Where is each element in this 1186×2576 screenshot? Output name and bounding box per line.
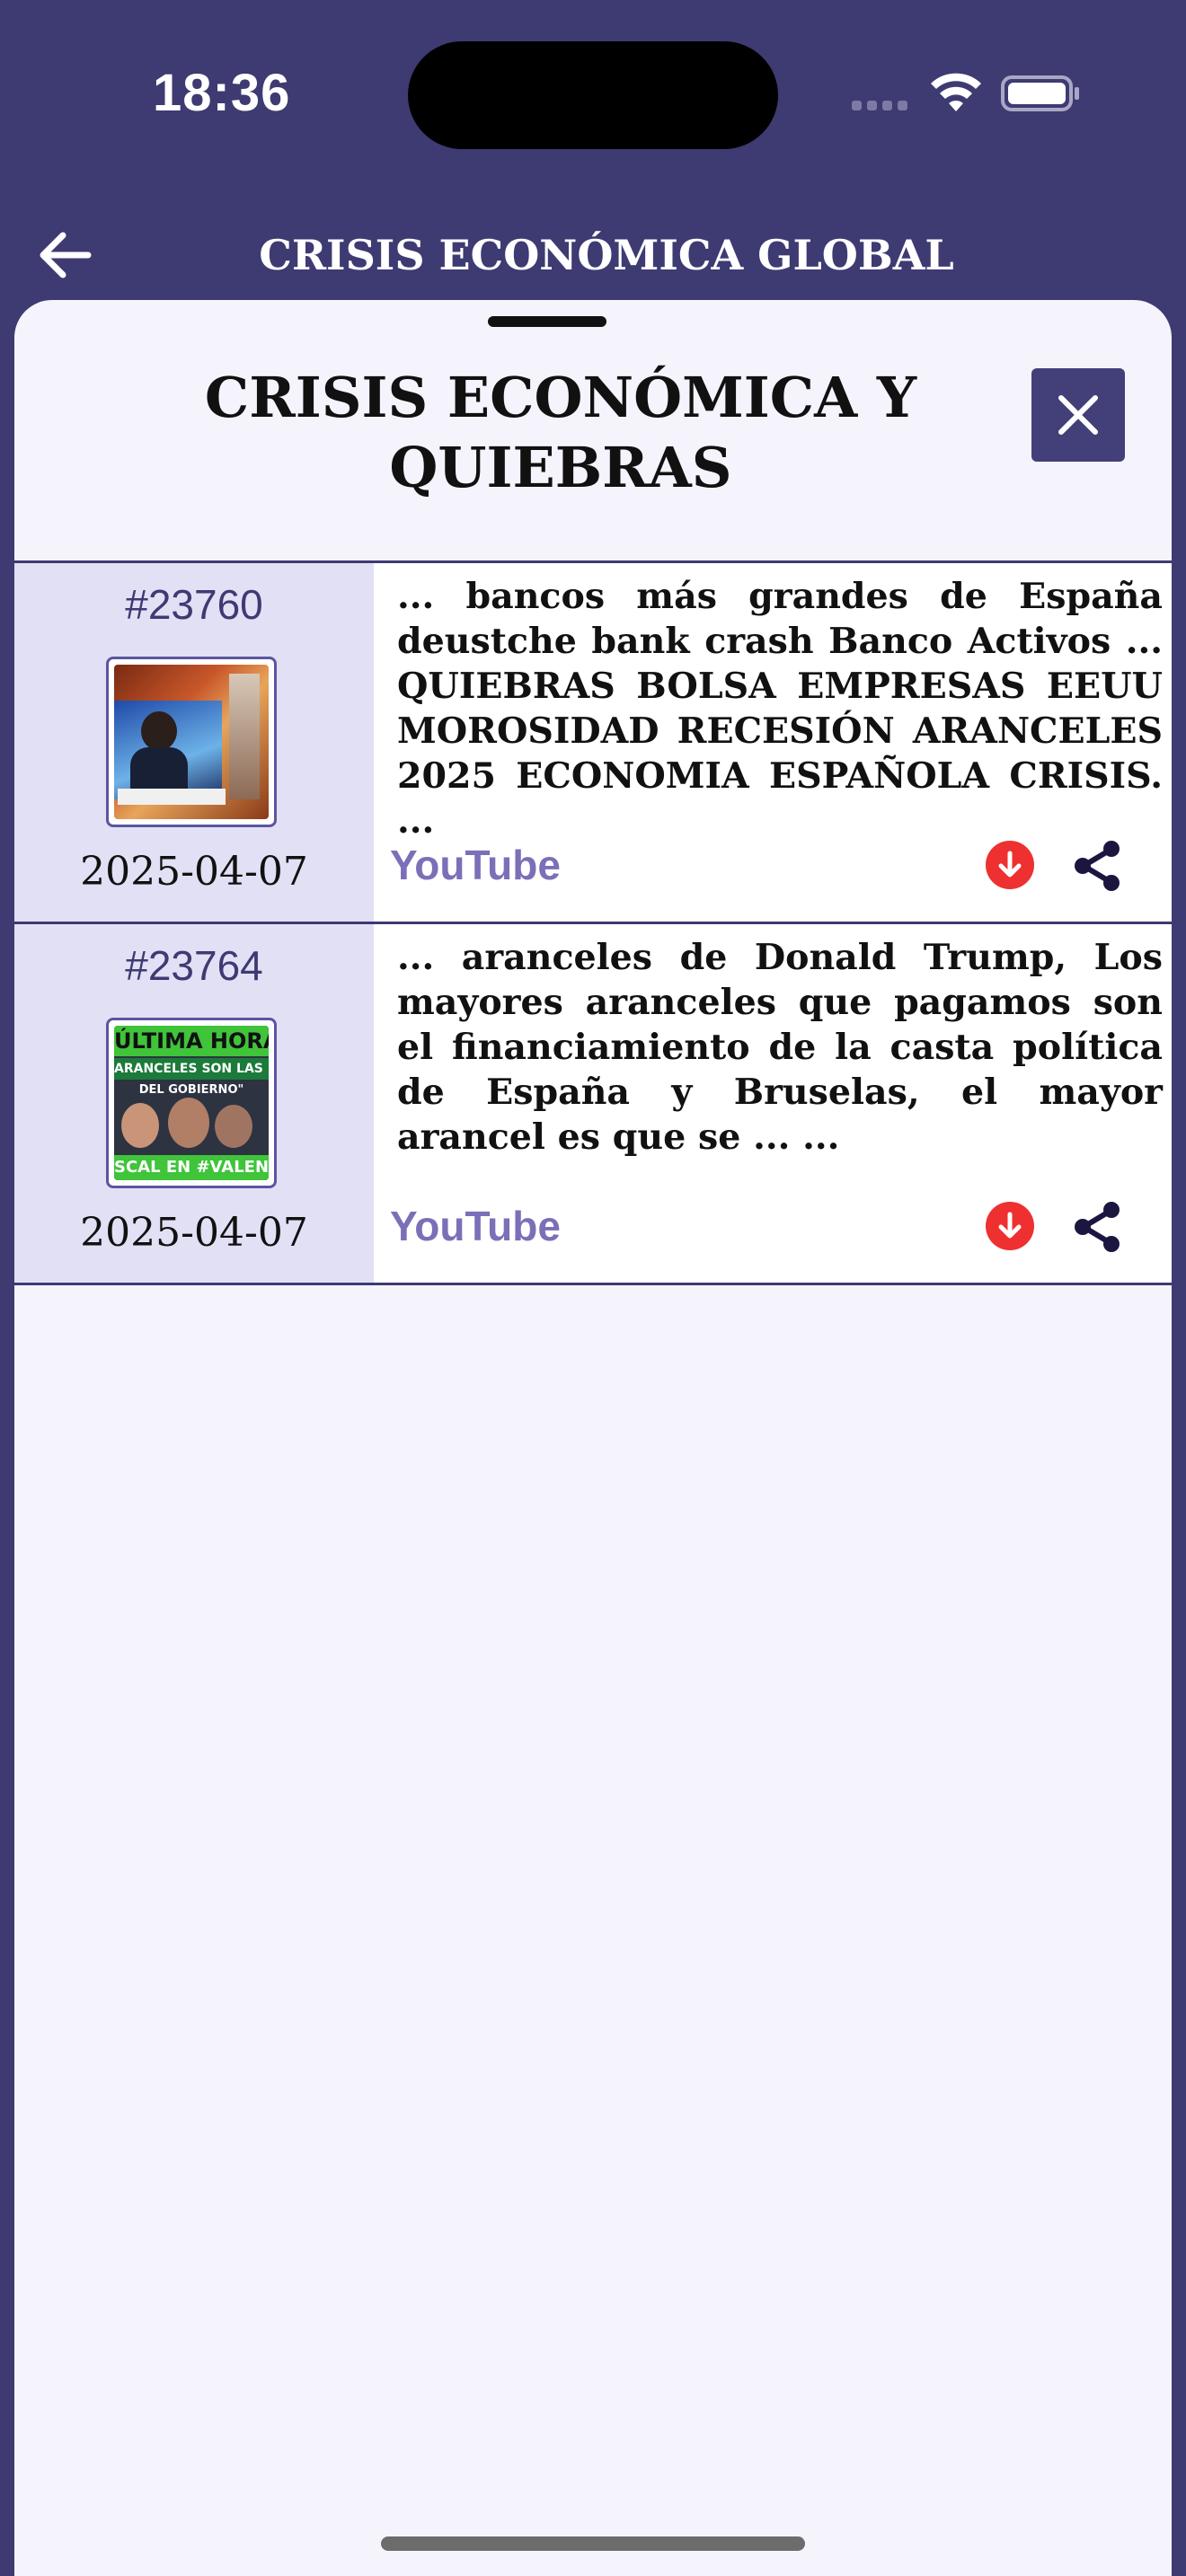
video-thumbnail[interactable]: ÚLTIMA HORA ARANCELES SON LAS P DEL GOBI… — [106, 1018, 277, 1188]
share-icon — [1075, 1202, 1120, 1252]
home-indicator[interactable] — [381, 2536, 805, 2551]
list-item[interactable]: #23760 2025-04-07 ... bancos más grandes… — [14, 563, 1172, 924]
item-snippet: ... aranceles de Donald Trump, Los mayor… — [397, 937, 1163, 1158]
sheet-title-line-1: CRISIS ECONÓMICA Y — [204, 365, 917, 430]
source-link[interactable]: YouTube — [390, 1199, 561, 1253]
share-icon — [1075, 841, 1120, 891]
wifi-icon — [931, 73, 981, 111]
list-item-meta: #23764 ÚLTIMA HORA ARANCELES SON LAS P D… — [14, 924, 374, 1283]
list-item[interactable]: #23764 ÚLTIMA HORA ARANCELES SON LAS P D… — [14, 924, 1172, 1285]
back-button[interactable] — [38, 230, 93, 280]
thumbnail-caption-bottom: SCAL EN #VALEN — [114, 1155, 269, 1180]
share-button[interactable] — [1071, 1201, 1123, 1253]
item-date: 2025-04-07 — [80, 1210, 308, 1256]
page-title: CRISIS ECONÓMICA GLOBAL — [259, 231, 954, 279]
list-item-meta: #23760 2025-04-07 — [14, 563, 374, 922]
thumbnail-image — [114, 665, 269, 819]
item-snippet: ... bancos más grandes de España deustch… — [397, 576, 1163, 842]
thumbnail-caption-sub: DEL GOBIERNO" — [138, 1083, 244, 1097]
dynamic-island — [408, 41, 778, 149]
modal-sheet: CRISIS ECONÓMICA Y QUIEBRAS #23760 2025-… — [14, 300, 1172, 2576]
thumbnail-image: ÚLTIMA HORA ARANCELES SON LAS P DEL GOBI… — [114, 1026, 269, 1180]
sheet-grabber[interactable] — [488, 316, 606, 327]
item-date: 2025-04-07 — [80, 849, 308, 895]
status-time: 18:36 — [153, 64, 291, 122]
download-button[interactable] — [985, 1201, 1035, 1251]
item-id: #23764 — [125, 942, 263, 989]
cellular-signal-icon — [852, 101, 907, 113]
item-id: #23760 — [125, 581, 263, 628]
thumbnail-caption-mid: ARANCELES SON LAS P — [114, 1058, 269, 1080]
source-link[interactable]: YouTube — [390, 838, 561, 892]
close-button[interactable] — [1031, 368, 1125, 462]
thumbnail-caption-top: ÚLTIMA HORA — [114, 1026, 269, 1056]
download-icon — [986, 841, 1034, 889]
download-icon — [986, 1202, 1034, 1250]
sheet-title: CRISIS ECONÓMICA Y QUIEBRAS — [122, 363, 999, 503]
sheet-title-line-2: QUIEBRAS — [389, 435, 732, 500]
arrow-left-icon — [40, 232, 92, 278]
battery-icon — [1001, 75, 1079, 111]
results-list: #23760 2025-04-07 ... bancos más grandes… — [14, 560, 1172, 1285]
video-thumbnail[interactable] — [106, 657, 277, 827]
share-button[interactable] — [1071, 840, 1123, 892]
close-icon — [1058, 395, 1098, 435]
download-button[interactable] — [985, 840, 1035, 890]
